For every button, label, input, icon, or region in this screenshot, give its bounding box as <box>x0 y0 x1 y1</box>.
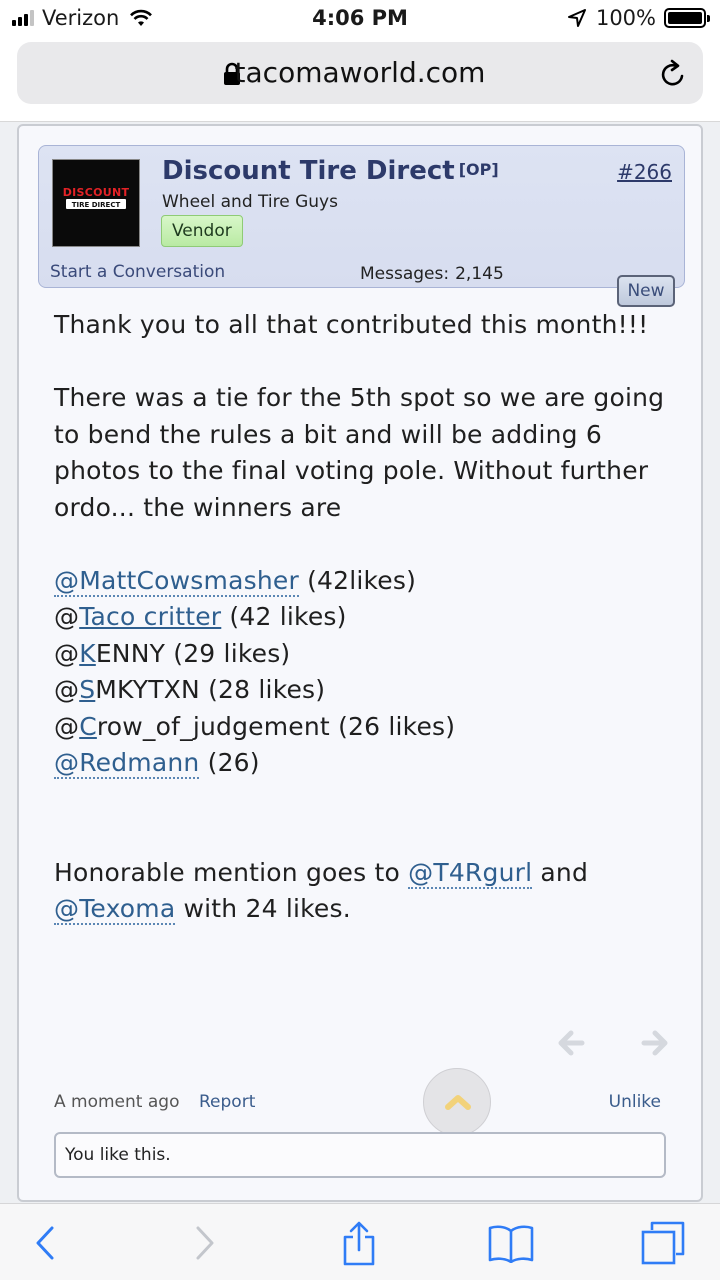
honorable-text: and <box>532 857 589 887</box>
likes-count: (42 likes) <box>221 602 347 631</box>
share-button[interactable] <box>334 1218 384 1268</box>
honorable-mention-line: Honorable mention goes to @T4Rgurl and <box>54 855 684 892</box>
location-arrow-icon <box>567 9 586 27</box>
chevron-left-icon <box>36 1226 54 1260</box>
user-mention-link[interactable]: S <box>79 675 95 704</box>
likes-count: (28 likes) <box>199 675 326 704</box>
new-badge: New <box>617 275 675 307</box>
arrow-left-icon[interactable] <box>558 1030 585 1056</box>
post-nav-arrows <box>558 1030 668 1056</box>
honorable-text: with 24 likes. <box>175 894 351 923</box>
unlike-link[interactable]: Unlike <box>609 1092 661 1112</box>
winner-line: @Redmann (26) <box>54 745 684 782</box>
discount-tire-logo: DISCOUNT TIRE DIRECT <box>63 186 130 209</box>
tabs-button[interactable] <box>638 1218 688 1268</box>
user-mention-link[interactable]: @MattCowsmasher <box>54 565 299 597</box>
url-text: tacomaworld.com <box>234 56 486 89</box>
user-mention-link[interactable]: @Texoma <box>54 894 176 925</box>
likes-count: (26 likes) <box>329 711 456 741</box>
battery-icon <box>664 8 710 28</box>
at-sign: @ <box>54 675 80 704</box>
start-conversation-link[interactable]: Start a Conversation <box>50 262 225 282</box>
address-bar[interactable]: tacomaworld.com <box>17 42 703 104</box>
honorable-mention-line: @Texoma with 24 likes. <box>54 891 684 928</box>
winner-line: @Taco critter (42 likes) <box>54 599 684 636</box>
arrow-right-icon[interactable] <box>641 1030 668 1056</box>
forward-button[interactable] <box>180 1218 230 1268</box>
share-icon <box>343 1221 375 1266</box>
browser-toolbar <box>0 1203 720 1280</box>
reload-icon[interactable] <box>659 59 687 89</box>
tabs-icon <box>641 1221 685 1265</box>
post-author-header: DISCOUNT TIRE DIRECT Discount Tire Direc… <box>38 145 685 288</box>
user-mention-link[interactable]: Taco critter <box>79 602 221 631</box>
author-name[interactable]: Discount Tire Direct [OP] <box>162 156 499 186</box>
chevron-up-icon <box>445 1095 471 1110</box>
op-tag: [OP] <box>458 160 499 179</box>
svg-text:DISCOUNT: DISCOUNT <box>63 186 130 199</box>
report-link[interactable]: Report <box>199 1092 255 1112</box>
username-rest: row_of_judgement <box>96 711 330 741</box>
user-mention-link[interactable]: K <box>79 639 96 668</box>
status-right: 100% <box>567 6 710 30</box>
post-timestamp: A moment ago <box>54 1092 180 1112</box>
battery-percent: 100% <box>595 6 656 30</box>
messages-count: 2,145 <box>455 264 504 284</box>
at-sign: @ <box>54 638 80 668</box>
scroll-to-top-button[interactable] <box>423 1068 491 1136</box>
author-name-text[interactable]: Discount Tire Direct <box>162 156 455 186</box>
winner-line: @MattCowsmasher (42likes) <box>54 563 684 600</box>
post-body: Thank you to all that contributed this m… <box>54 307 684 928</box>
username-rest: MKYTXN <box>95 675 200 704</box>
book-icon <box>488 1225 534 1263</box>
post-number-link[interactable]: #266 <box>617 160 672 184</box>
body-paragraph: Thank you to all that contributed this m… <box>54 310 649 339</box>
at-sign: @ <box>54 602 80 631</box>
bookmarks-button[interactable] <box>486 1218 536 1268</box>
at-sign: @ <box>54 711 80 741</box>
user-mention-link[interactable]: @T4Rgurl <box>408 857 533 889</box>
likes-count: (29 likes) <box>165 638 291 668</box>
forum-post: DISCOUNT TIRE DIRECT Discount Tire Direc… <box>17 124 703 1202</box>
user-mention-link[interactable]: @Redmann <box>54 748 200 779</box>
likes-count: (42likes) <box>298 565 417 595</box>
status-bar: Verizon 4:06 PM 100% <box>0 0 720 38</box>
winner-line: @KENNY (29 likes) <box>54 636 684 673</box>
user-title: Wheel and Tire Guys <box>162 192 338 212</box>
likes-count: (26) <box>199 748 260 777</box>
likes-summary: You like this. <box>54 1132 666 1178</box>
body-paragraph: There was a tie for the 5th spot so we a… <box>54 383 665 522</box>
page-content: DISCOUNT TIRE DIRECT Discount Tire Direc… <box>0 121 720 1203</box>
username-rest: ENNY <box>95 638 166 668</box>
honorable-text: Honorable mention goes to <box>54 857 409 887</box>
user-mention-link[interactable]: C <box>79 712 97 741</box>
avatar[interactable]: DISCOUNT TIRE DIRECT <box>52 159 140 247</box>
svg-text:TIRE DIRECT: TIRE DIRECT <box>72 201 121 209</box>
back-button[interactable] <box>20 1218 70 1268</box>
winner-line: @Crow_of_judgement (26 likes) <box>54 709 684 746</box>
messages-label: Messages: <box>360 264 450 284</box>
messages-stat: Messages: 2,145 <box>360 264 504 284</box>
chevron-right-icon <box>196 1226 214 1260</box>
winner-line: @SMKYTXN (28 likes) <box>54 672 684 709</box>
vendor-badge: Vendor <box>161 215 243 247</box>
